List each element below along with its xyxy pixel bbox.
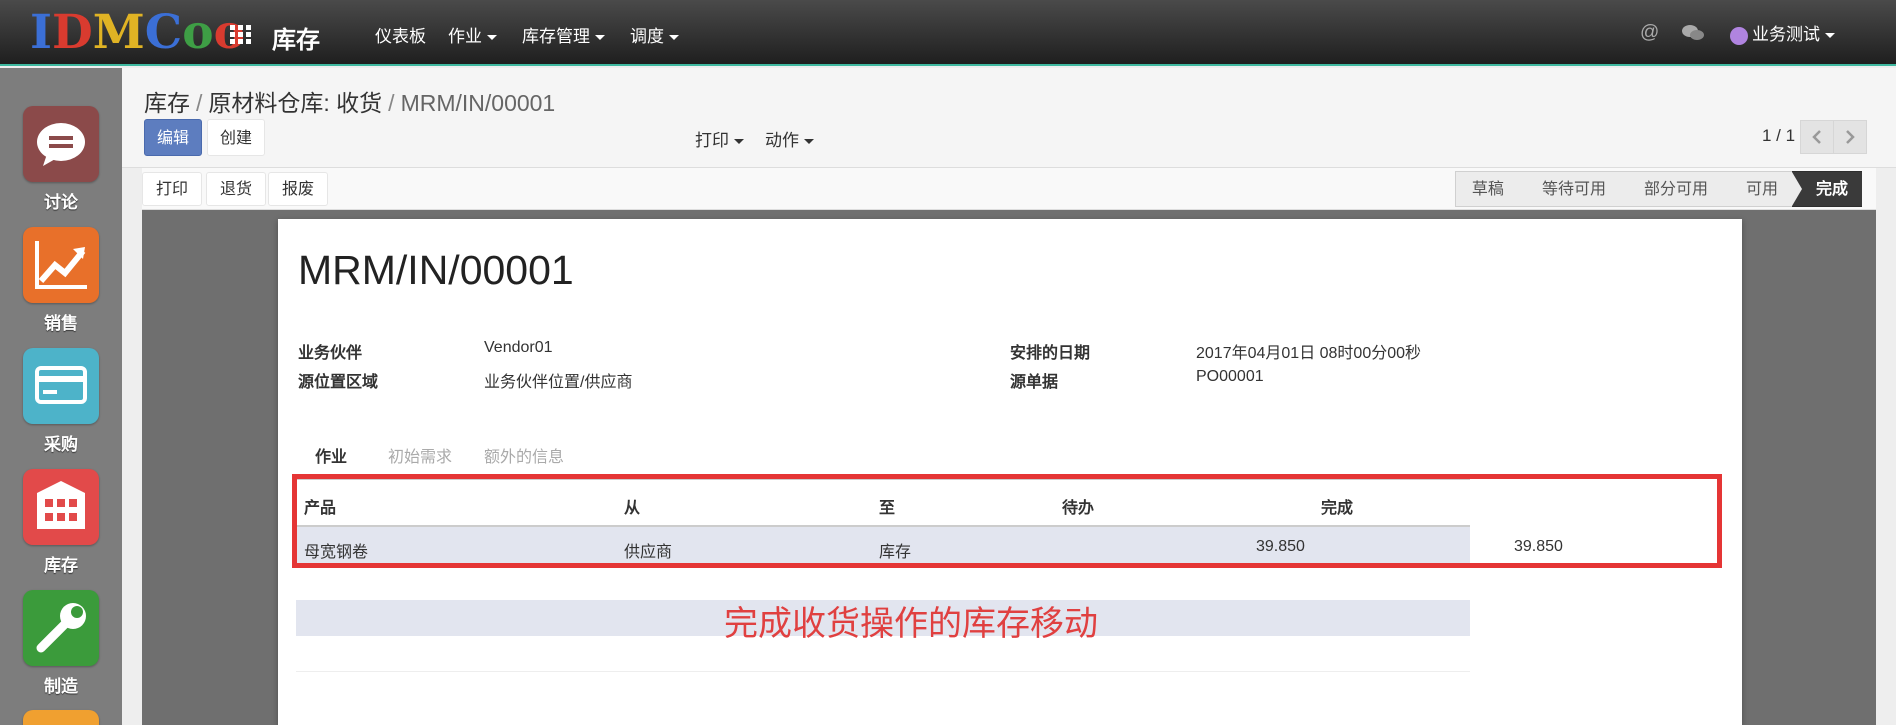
- app-sales[interactable]: 销售: [0, 227, 122, 334]
- breadcrumb-current: MRM/IN/00001: [400, 90, 556, 116]
- tab-operations[interactable]: 作业: [315, 443, 347, 467]
- logo-letter: I: [30, 5, 52, 60]
- at-icon[interactable]: @: [1640, 22, 1659, 44]
- logo[interactable]: IDMCoo: [30, 8, 245, 58]
- chevron-right-icon: [1846, 130, 1855, 144]
- dropdown-label: 打印: [695, 131, 729, 150]
- status-stages: 草稿 等待可用 部分可用 可用 完成: [1454, 171, 1862, 207]
- action-dropdown[interactable]: 动作: [765, 126, 814, 151]
- pager-previous[interactable]: [1800, 120, 1834, 154]
- caret-down-icon: [804, 139, 814, 145]
- menu-operations[interactable]: 作业: [448, 22, 497, 47]
- breadcrumb-item[interactable]: 库存: [144, 90, 190, 116]
- app-discuss[interactable]: 讨论: [0, 106, 122, 213]
- menu-label: 仪表板: [375, 27, 426, 46]
- app-label: 讨论: [44, 193, 78, 212]
- stage-done: 完成: [1791, 171, 1862, 207]
- logo-letter: o: [182, 5, 214, 60]
- edit-button[interactable]: 编辑: [144, 119, 203, 156]
- app-label: 制造: [44, 677, 78, 696]
- app-label: 采购: [44, 435, 78, 454]
- credit-card-icon: [23, 348, 99, 424]
- source-location-value[interactable]: 业务伙伴位置/供应商: [484, 368, 632, 392]
- menu-label: 库存管理: [522, 27, 590, 46]
- logo-letter: M: [92, 5, 145, 60]
- chat-bubble-icon: [23, 106, 99, 182]
- stage-available[interactable]: 可用: [1721, 171, 1803, 207]
- app-tile-icon: [23, 710, 99, 725]
- menu-dashboard[interactable]: 仪表板: [375, 22, 426, 47]
- app-sidebar: 讨论 销售 采购 库存 制造: [0, 68, 122, 725]
- annotation-text: 完成收货操作的库存移动: [724, 604, 1098, 644]
- menu-label: 调度: [630, 27, 664, 46]
- menu-scheduling[interactable]: 调度: [630, 22, 679, 47]
- app-inventory[interactable]: 库存: [0, 469, 122, 576]
- apps-grid-icon[interactable]: [230, 25, 252, 44]
- notebook-tabs: 作业 初始需求 额外的信息: [298, 437, 1458, 471]
- trend-chart-icon: [23, 227, 99, 303]
- partner-value[interactable]: Vendor01: [484, 339, 553, 357]
- caret-down-icon: [734, 139, 744, 145]
- return-button[interactable]: 退货: [206, 172, 267, 206]
- scheduled-date-label: 安排的日期: [1010, 345, 1091, 362]
- app-more[interactable]: [0, 710, 122, 725]
- menu-label: 作业: [448, 27, 482, 46]
- record-title: MRM/IN/00001: [298, 247, 574, 293]
- logo-letter: D: [52, 5, 93, 60]
- wrench-icon: [23, 590, 99, 666]
- top-navbar: IDMCoo 库存 仪表板 作业 库存管理 调度 @ 业务测试: [0, 0, 1896, 66]
- source-document-value: PO00001: [1196, 368, 1264, 385]
- caret-down-icon: [669, 35, 679, 41]
- stage-waiting[interactable]: 等待可用: [1517, 171, 1630, 207]
- chevron-left-icon: [1812, 130, 1821, 144]
- partner-label: 业务伙伴: [298, 345, 363, 362]
- control-panel: 库存 / 原材料仓库: 收货 / MRM/IN/00001 编辑 创建 打印 动作 1 …: [122, 68, 1896, 168]
- print-button[interactable]: 打印: [142, 172, 203, 206]
- caret-down-icon: [1825, 33, 1835, 39]
- stage-partially-available[interactable]: 部分可用: [1619, 171, 1732, 207]
- app-label: 销售: [44, 314, 78, 333]
- app-label: 库存: [44, 556, 78, 575]
- app-manufacturing[interactable]: 制造: [0, 590, 122, 697]
- chat-icon[interactable]: [1682, 24, 1704, 48]
- print-dropdown[interactable]: 打印: [695, 126, 744, 151]
- app-purchase[interactable]: 采购: [0, 348, 122, 455]
- breadcrumb-item[interactable]: 原材料仓库: 收货: [208, 90, 382, 116]
- scheduled-date-value: 2017年04月01日 08时00分00秒: [1196, 345, 1422, 362]
- app-title: 库存: [272, 27, 320, 54]
- user-menu[interactable]: 业务测试: [1730, 20, 1835, 45]
- source-location-label: 源位置区域: [298, 374, 379, 391]
- pager-next[interactable]: [1833, 120, 1867, 154]
- create-button[interactable]: 创建: [207, 119, 266, 156]
- logo-letter: C: [144, 5, 183, 60]
- source-document-label: 源单据: [1010, 374, 1059, 391]
- tab-initial-demand[interactable]: 初始需求: [388, 443, 452, 467]
- warehouse-icon: [23, 469, 99, 545]
- form-sheet: MRM/IN/00001 业务伙伴 Vendor01 源位置区域 业务伙伴位置/…: [278, 219, 1742, 725]
- menu-inventory-management[interactable]: 库存管理: [522, 22, 605, 47]
- pager-value[interactable]: 1 / 1: [1762, 126, 1795, 146]
- breadcrumb-separator: /: [196, 90, 203, 116]
- statusbar: 打印 退货 报废 草稿 等待可用 部分可用 可用 完成: [142, 168, 1876, 210]
- user-name: 业务测试: [1752, 25, 1820, 44]
- dropdown-label: 动作: [765, 131, 799, 150]
- caret-down-icon: [595, 35, 605, 41]
- caret-down-icon: [487, 35, 497, 41]
- tab-additional-info[interactable]: 额外的信息: [484, 443, 564, 467]
- avatar: [1730, 26, 1748, 45]
- highlight-box: [292, 474, 1722, 568]
- scrap-button[interactable]: 报废: [268, 172, 329, 206]
- breadcrumb-separator: /: [388, 90, 395, 116]
- breadcrumb: 库存 / 原材料仓库: 收货 / MRM/IN/00001: [144, 84, 555, 118]
- stage-draft[interactable]: 草稿: [1454, 171, 1528, 207]
